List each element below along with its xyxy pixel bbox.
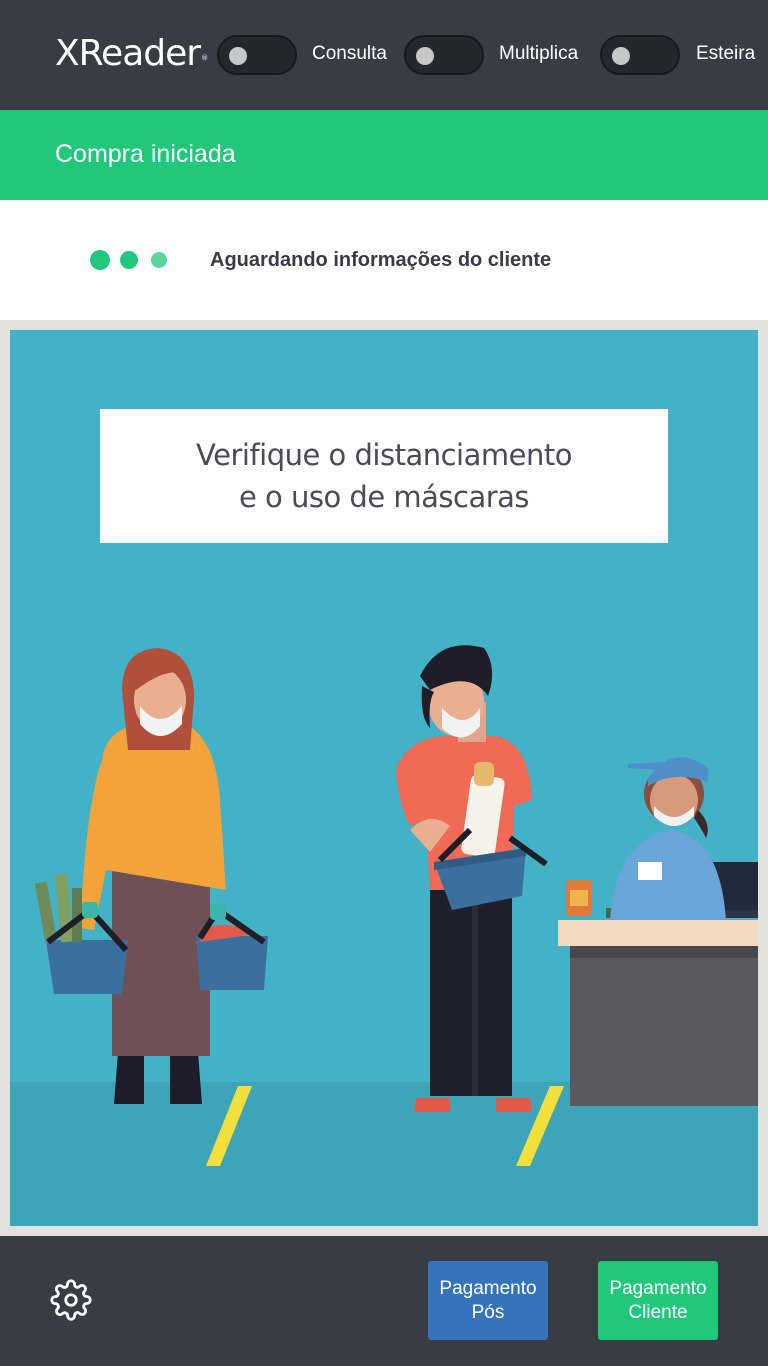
button-label-line2: Pós bbox=[471, 1301, 505, 1323]
toggle-knob bbox=[229, 47, 247, 65]
toggle-knob bbox=[416, 47, 434, 65]
safety-notice-line1: Verifique o distanciamento bbox=[196, 438, 572, 472]
toggle-multiplica-label: Multiplica bbox=[499, 43, 579, 64]
app-logo: XReader® bbox=[55, 33, 208, 74]
pagamento-cliente-button[interactable]: Pagamento Cliente bbox=[598, 1261, 718, 1340]
toggle-esteira-label: Esteira bbox=[696, 43, 756, 64]
loader-dot bbox=[120, 251, 138, 269]
registered-mark: ® bbox=[201, 54, 208, 62]
purchase-status-title: Compra iniciada bbox=[55, 140, 236, 168]
button-label-line2: Cliente bbox=[628, 1301, 688, 1323]
safety-notice-line2: e o uso de máscaras bbox=[238, 480, 530, 514]
button-label-line1: Pagamento bbox=[609, 1277, 707, 1299]
toggle-consulta-label: Consulta bbox=[312, 43, 387, 64]
button-label-line1: Pagamento bbox=[439, 1277, 537, 1299]
gear-icon[interactable] bbox=[50, 1279, 92, 1321]
loader-dot bbox=[90, 250, 110, 270]
toggle-multiplica[interactable] bbox=[404, 35, 484, 75]
safety-notice-text: Verifique o distanciamento e o uso de má… bbox=[196, 434, 572, 518]
toggle-esteira[interactable] bbox=[600, 35, 680, 75]
pagamento-pos-button[interactable]: Pagamento Pós bbox=[428, 1261, 548, 1340]
safety-illustration: Verifique o distanciamento e o uso de má… bbox=[10, 330, 758, 1226]
safety-notice-box: Verifique o distanciamento e o uso de má… bbox=[100, 409, 668, 543]
toggle-knob bbox=[612, 47, 630, 65]
app-name: XReader bbox=[55, 33, 201, 74]
toggle-consulta[interactable] bbox=[217, 35, 297, 75]
loader-dot bbox=[151, 252, 167, 268]
waiting-message: Aguardando informações do cliente bbox=[210, 249, 552, 271]
